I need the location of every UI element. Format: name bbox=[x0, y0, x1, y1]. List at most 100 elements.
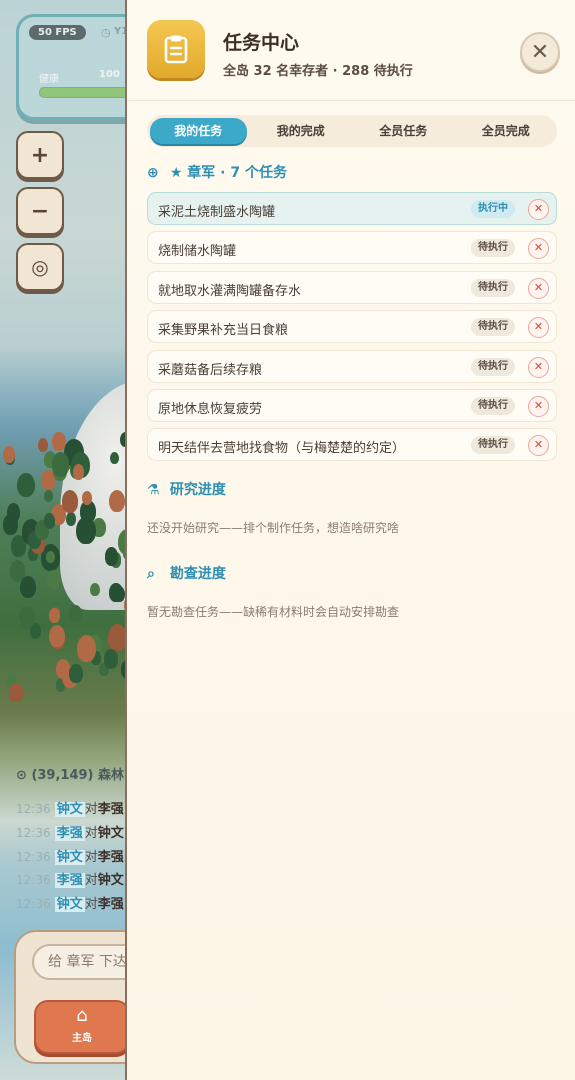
research-empty-text: 还没开始研究——排个制作任务，想造啥研究啥 bbox=[147, 521, 400, 535]
cancel-task-button[interactable]: ✕ bbox=[528, 199, 549, 220]
research-header: ⚗ 研究进度 bbox=[147, 479, 226, 499]
tree bbox=[49, 608, 60, 624]
task-item[interactable]: 明天结伴去营地找食物（与梅楚楚的约定） 待执行 ✕ bbox=[147, 428, 557, 461]
task-group-header[interactable]: ⊕ ★ 章军 · 7 个任务 bbox=[147, 162, 287, 182]
log-time: 12:36 bbox=[16, 802, 51, 816]
log-entry: 12:36 李强 对钟文 bbox=[16, 822, 124, 841]
clock-icon: ◷ bbox=[101, 26, 111, 39]
log-target: 李强 bbox=[97, 802, 124, 817]
log-target: 钟文 bbox=[97, 826, 124, 841]
cancel-task-button[interactable]: ✕ bbox=[528, 435, 549, 456]
panel-subtitle: 全岛 32 名幸存者 · 288 待执行 bbox=[223, 64, 413, 79]
zoom-in-button[interactable]: + bbox=[16, 131, 64, 179]
survey-empty-text: 暂无勘查任务——缺稀有材料时会自动安排勘查 bbox=[147, 605, 400, 619]
task-text: 采集野果补充当日食粮 bbox=[158, 323, 289, 338]
cancel-task-button[interactable]: ✕ bbox=[528, 357, 549, 378]
task-item[interactable]: 原地休息恢复疲劳 待执行 ✕ bbox=[147, 389, 557, 422]
tree bbox=[48, 625, 65, 648]
tree bbox=[110, 451, 120, 465]
health-bar bbox=[39, 87, 129, 98]
log-verb: 对 bbox=[84, 873, 98, 888]
tree bbox=[46, 551, 55, 564]
cancel-task-button[interactable]: ✕ bbox=[528, 238, 549, 259]
task-text: 就地取水灌满陶罐备存水 bbox=[158, 284, 302, 299]
tab-all-completed[interactable]: 全员完成 bbox=[458, 118, 555, 144]
zoom-out-button[interactable]: − bbox=[16, 187, 64, 235]
task-item[interactable]: 烧制储水陶罐 待执行 ✕ bbox=[147, 231, 557, 264]
tree bbox=[38, 437, 49, 452]
log-actor: 钟文 bbox=[54, 850, 85, 865]
panel-header: 任务中心 全岛 32 名幸存者 · 288 待执行 ✕ bbox=[127, 0, 575, 101]
task-tabs: 我的任务 我的完成 全员任务 全员完成 bbox=[147, 115, 557, 147]
tab-my-tasks[interactable]: 我的任务 bbox=[150, 118, 247, 144]
tree bbox=[17, 472, 35, 498]
flask-icon: ⚗ bbox=[147, 482, 160, 498]
status-hud: 50 FPS ◷ Y1 健康 100 bbox=[16, 14, 140, 120]
tree bbox=[103, 649, 119, 670]
task-status-badge: 待执行 bbox=[471, 318, 515, 336]
tree bbox=[3, 445, 16, 463]
crosshair-icon: ⊕ bbox=[147, 165, 159, 181]
task-status-badge: 待执行 bbox=[471, 358, 515, 376]
command-input[interactable]: 给 章军 下达 bbox=[32, 944, 140, 980]
tree bbox=[61, 489, 79, 514]
tree bbox=[90, 582, 101, 597]
task-text: 烧制储水陶罐 bbox=[158, 244, 237, 259]
log-entry: 12:36 钟文 对李强 bbox=[16, 798, 124, 817]
home-island-button[interactable]: ⌂ 主岛 bbox=[34, 1000, 130, 1054]
fps-badge: 50 FPS bbox=[29, 25, 86, 40]
tree bbox=[44, 489, 54, 503]
log-actor: 李强 bbox=[54, 826, 85, 841]
log-time: 12:36 bbox=[16, 850, 51, 864]
cancel-task-button[interactable]: ✕ bbox=[528, 317, 549, 338]
log-actor: 李强 bbox=[54, 873, 85, 888]
tree bbox=[82, 490, 93, 505]
health-fill bbox=[40, 88, 128, 97]
task-item[interactable]: 采集野果补充当日食粮 待执行 ✕ bbox=[147, 310, 557, 343]
tab-all-tasks[interactable]: 全员任务 bbox=[355, 118, 452, 144]
health-label: 健康 bbox=[39, 74, 59, 85]
task-text: 采蘑菇备后续存粮 bbox=[158, 363, 263, 378]
game-world-view[interactable]: 50 FPS ◷ Y1 健康 100 + − ◎ ⊙ (39,149) 森林 1… bbox=[0, 0, 140, 1080]
log-target: 李强 bbox=[97, 850, 124, 865]
log-entry: 12:36 钟文 对李强 bbox=[16, 846, 124, 865]
task-item[interactable]: 采泥土烧制盛水陶罐 执行中 ✕ bbox=[147, 192, 557, 225]
log-time: 12:36 bbox=[16, 873, 51, 887]
tree bbox=[6, 502, 21, 523]
task-text: 明天结伴去营地找食物（与梅楚楚的约定） bbox=[158, 441, 406, 456]
tree bbox=[108, 489, 125, 513]
tab-my-completed[interactable]: 我的完成 bbox=[253, 118, 350, 144]
task-group-title: ★ 章军 · 7 个任务 bbox=[169, 165, 287, 181]
task-text: 原地休息恢复疲劳 bbox=[158, 402, 263, 417]
home-label: 主岛 bbox=[72, 1033, 92, 1044]
tree bbox=[68, 604, 82, 623]
log-entry: 12:36 李强 对钟文 bbox=[16, 869, 124, 888]
tree bbox=[19, 605, 36, 629]
tree bbox=[47, 570, 61, 589]
log-actor: 钟文 bbox=[54, 802, 85, 817]
task-item[interactable]: 采蘑菇备后续存粮 待执行 ✕ bbox=[147, 350, 557, 383]
tree bbox=[69, 664, 83, 683]
home-icon: ⌂ bbox=[76, 1005, 88, 1026]
tree bbox=[113, 585, 126, 603]
log-verb: 对 bbox=[84, 826, 98, 841]
tree bbox=[77, 635, 97, 663]
cancel-task-button[interactable]: ✕ bbox=[528, 278, 549, 299]
tree bbox=[76, 516, 96, 545]
log-verb: 对 bbox=[84, 897, 98, 912]
cancel-task-button[interactable]: ✕ bbox=[528, 396, 549, 417]
tree bbox=[51, 452, 70, 478]
task-status-badge: 执行中 bbox=[471, 200, 515, 218]
close-button[interactable]: ✕ bbox=[520, 32, 560, 72]
location-text: (39,149) 森林 bbox=[31, 768, 125, 783]
task-item[interactable]: 就地取水灌满陶罐备存水 待执行 ✕ bbox=[147, 271, 557, 304]
task-status-badge: 待执行 bbox=[471, 279, 515, 297]
clipboard-icon bbox=[147, 20, 205, 78]
tree bbox=[9, 682, 23, 702]
log-verb: 对 bbox=[84, 802, 98, 817]
recenter-button[interactable]: ◎ bbox=[16, 243, 64, 291]
log-target: 李强 bbox=[97, 897, 124, 912]
research-title: 研究进度 bbox=[169, 482, 226, 498]
close-icon: ✕ bbox=[530, 39, 550, 65]
tree bbox=[107, 624, 127, 652]
